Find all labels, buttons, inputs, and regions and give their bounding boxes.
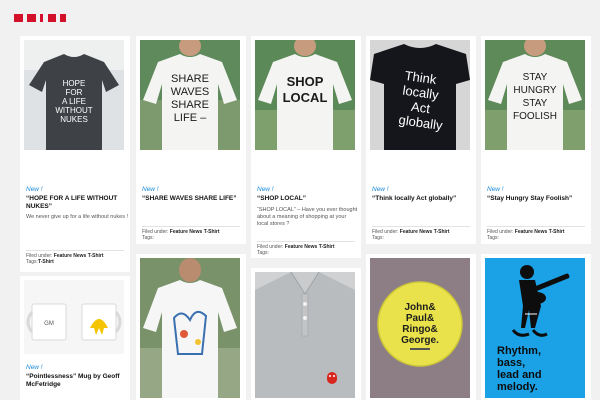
post-title[interactable]: “Pointlessness” Mug by Geoff McFetridge xyxy=(26,373,128,389)
post-image-share-waves-tshirt[interactable]: SHARE WAVES SHARE LIFE – xyxy=(140,40,240,150)
post-image-think-locally-tshirt[interactable]: Think locally Act globally xyxy=(370,40,470,150)
tags-label: Tags: xyxy=(487,235,499,241)
site-logo[interactable] xyxy=(14,10,74,22)
post-meta-tags: Tags:T-Shirt xyxy=(26,259,128,266)
new-badge: New ! xyxy=(26,364,43,371)
tags-label: Tags: xyxy=(142,235,154,241)
post-meta-tags: Tags: xyxy=(142,235,244,242)
post-image-button-badge[interactable]: John& Paul& Ringo& George. xyxy=(370,258,470,398)
post-title[interactable]: “Think locally Act globally” xyxy=(372,195,474,203)
post-card-hope-for-a-life[interactable]: HOPE FOR A LIFE WITHOUT NUKES New ! “HOP… xyxy=(20,36,130,272)
post-image-grey-polo[interactable] xyxy=(255,272,355,398)
post-card-stay-hungry[interactable]: STAY HUNGRY STAY FOOLISH New ! “Stay Hun… xyxy=(481,36,591,244)
post-image-illustrated-tshirt[interactable] xyxy=(140,258,240,398)
new-badge: New ! xyxy=(487,186,504,193)
tags-label: Tags: xyxy=(372,235,384,241)
shirt-text-line: LIFE – xyxy=(174,112,207,124)
post-title[interactable]: “HOPE FOR A LIFE WITHOUT NUKES” xyxy=(26,195,128,211)
shirt-text-line: HOPE xyxy=(63,79,86,88)
new-badge: New ! xyxy=(142,186,159,193)
post-card-shop-local[interactable]: SHOP LOCAL New ! “SHOP LOCAL” “SHOP LOCA… xyxy=(251,36,361,258)
post-image-stay-hungry-tshirt[interactable]: STAY HUNGRY STAY FOOLISH xyxy=(485,40,585,150)
divider xyxy=(26,250,124,251)
badge-text-line: Paul& xyxy=(406,313,434,324)
post-excerpt: “SHOP LOCAL” – Have you ever thought abo… xyxy=(257,207,358,227)
divider xyxy=(372,226,470,227)
post-card-music-poster[interactable]: Rhythm, bass, lead and melody. xyxy=(481,254,591,400)
shirt-text-line: SHARE xyxy=(171,73,209,85)
divider xyxy=(487,226,585,227)
shirt-text-line: NUKES xyxy=(60,115,88,124)
badge-text-line: George. xyxy=(401,335,439,346)
tags-label: Tags: xyxy=(26,259,38,265)
shirt-text-line: FOR xyxy=(66,88,83,97)
shirt-text-line: A LIFE xyxy=(62,97,86,106)
post-meta-tags: Tags: xyxy=(487,235,589,242)
poster-text-line: Rhythm, xyxy=(497,345,541,357)
tags-label: Tags: xyxy=(257,250,269,256)
post-image-music-poster[interactable]: Rhythm, bass, lead and melody. xyxy=(485,258,585,398)
post-card-illustrated-tshirt[interactable] xyxy=(136,254,246,400)
post-card-think-locally[interactable]: Think locally Act globally New ! “Think … xyxy=(366,36,476,244)
post-image-mugs[interactable]: GM xyxy=(24,280,124,354)
shirt-text-line: FOOLISH xyxy=(513,111,557,122)
badge-text-line: Ringo& xyxy=(402,324,438,335)
post-card-pointlessness-mug[interactable]: GM New ! “Pointlessness” Mug by Geoff Mc… xyxy=(20,276,130,400)
shirt-text-line: SHARE xyxy=(171,99,209,111)
poster-text-line: melody. xyxy=(497,381,538,393)
post-meta-tags: Tags: xyxy=(372,235,474,242)
post-card-button-badge[interactable]: John& Paul& Ringo& George. xyxy=(366,254,476,400)
post-card-share-waves[interactable]: SHARE WAVES SHARE LIFE – New ! “SHARE WA… xyxy=(136,36,246,244)
shirt-text-line: STAY xyxy=(523,98,548,109)
shirt-text-line: SHOP xyxy=(287,74,324,89)
poster-text-line: lead and xyxy=(497,369,542,381)
divider xyxy=(257,241,355,242)
post-card-grey-polo[interactable] xyxy=(251,268,361,400)
post-title[interactable]: “Stay Hungry Stay Foolish” xyxy=(487,195,589,203)
badge-text-line: John& xyxy=(404,302,435,313)
divider xyxy=(142,226,240,227)
mug-logo-text: GM xyxy=(44,321,54,327)
shirt-text-line: WITHOUT xyxy=(55,106,92,115)
poster-text-line: bass, xyxy=(497,357,525,369)
new-badge: New ! xyxy=(257,186,274,193)
post-image-shop-local-tshirt[interactable]: SHOP LOCAL xyxy=(255,40,355,150)
post-meta-tags: Tags: xyxy=(257,250,359,257)
tag-links[interactable]: T-Shirt xyxy=(38,259,54,265)
post-title[interactable]: “SHOP LOCAL” xyxy=(257,195,359,203)
post-excerpt: We never give up for a life without nuke… xyxy=(26,214,129,220)
shirt-text-line: LOCAL xyxy=(283,90,328,105)
shirt-text-line: HUNGRY xyxy=(513,85,556,96)
new-badge: New ! xyxy=(26,186,43,193)
post-image-hope-tshirt[interactable]: HOPE FOR A LIFE WITHOUT NUKES xyxy=(24,40,124,150)
new-badge: New ! xyxy=(372,186,389,193)
post-title[interactable]: “SHARE WAVES SHARE LIFE” xyxy=(142,195,244,203)
shirt-text-line: STAY xyxy=(523,72,548,83)
shirt-text-line: WAVES xyxy=(171,86,210,98)
